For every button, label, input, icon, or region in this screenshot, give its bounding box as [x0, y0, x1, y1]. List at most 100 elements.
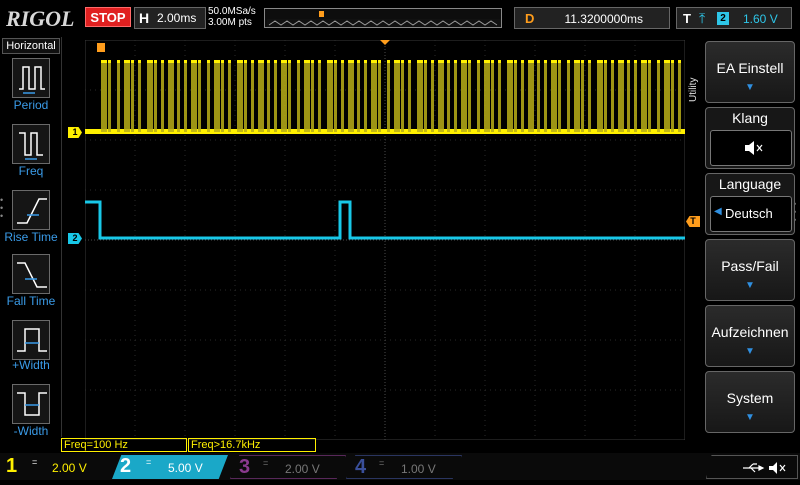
channel-1-pulse-top	[297, 60, 300, 63]
channel-1-pulse-top	[597, 60, 603, 63]
channel-1-pulse	[228, 62, 231, 132]
channel-1-pulse-top	[177, 60, 180, 63]
trigger-level-marker[interactable]: T	[686, 216, 700, 227]
menu-klang[interactable]: Klang	[705, 107, 795, 169]
menu-ea-einstell[interactable]: EA Einstell ▼	[705, 41, 795, 103]
channel-4-settings[interactable]: 4 = 1.00 V	[346, 455, 462, 479]
freq-button[interactable]	[12, 124, 50, 164]
channel-1-pulse	[214, 62, 220, 132]
trigger-source: 2	[717, 12, 729, 25]
channel-1-pulse-top	[528, 60, 534, 63]
menu-pass-fail-label: Pass/Fail	[721, 258, 779, 274]
channel-1-pulse-top	[634, 60, 637, 63]
channel-1-pulse-top	[461, 60, 467, 63]
channel-1-pulse-top	[244, 60, 247, 63]
menu-aufzeichnen[interactable]: Aufzeichnen ▼	[705, 305, 795, 367]
channel-1-pulse-top	[168, 60, 174, 63]
channel-1-pulse-top	[447, 60, 450, 63]
channel-1-pulse	[544, 62, 547, 132]
channel-1-pulse	[477, 62, 480, 132]
left-scroll-dots[interactable]: • • •	[0, 196, 6, 221]
dc-coupling-icon: =	[32, 457, 38, 467]
channel-1-pulse-top	[207, 60, 210, 63]
channel-1-pulse	[408, 62, 411, 132]
channel-1-pulse-top	[138, 60, 141, 63]
channel-1-baseline	[85, 129, 685, 134]
channel-1-pulse-top	[468, 60, 471, 63]
menu-language-label: Language	[718, 176, 782, 192]
channel-1-pulse	[288, 62, 291, 132]
channel-1-pulse	[161, 62, 164, 132]
channel-1-pulse-top	[401, 60, 404, 63]
channel-2-offset-marker[interactable]: 2	[68, 233, 82, 244]
trigger-settings[interactable]: T ⤒ 2 1.60 V	[676, 7, 792, 29]
dc-coupling-icon: =	[379, 458, 385, 468]
delay-label: D	[525, 11, 535, 26]
channel-1-pulse-top	[648, 60, 651, 63]
channel-1-pulse	[424, 62, 427, 132]
channel-1-settings[interactable]: 1 = 2.00 V	[0, 455, 112, 479]
horizontal-timebase[interactable]: H 2.00ms	[134, 7, 206, 29]
channel-1-pulse-top	[567, 60, 570, 63]
channel-1-pulse	[438, 62, 444, 132]
channel-1-pulse-top	[431, 60, 434, 63]
channel-1-pulse-top	[378, 60, 381, 63]
channel-1-pulse	[461, 62, 467, 132]
status-icons	[706, 455, 798, 479]
channel-1-pulse	[304, 62, 310, 132]
channel-1-pulse-top	[551, 60, 557, 63]
channel-1-pulse-top	[154, 60, 157, 63]
channel-1-pulse	[657, 62, 660, 132]
channel-1-pulse	[611, 62, 614, 132]
channel-1-offset-marker[interactable]: 1	[68, 127, 82, 138]
channel-1-pulse-top	[101, 60, 107, 63]
channel-1-pulse	[664, 62, 670, 132]
channel-1-pulse	[604, 62, 607, 132]
negative-width-label: -Width	[13, 424, 49, 438]
run-stop-status[interactable]: STOP	[85, 7, 131, 27]
channel-1-pulse-top	[288, 60, 291, 63]
acquisition-info: 50.0MSa/s 3.00M pts	[208, 6, 256, 28]
positive-width-button[interactable]	[12, 320, 50, 360]
channel-1-pulse	[634, 62, 637, 132]
channel-1-pulse	[131, 62, 134, 132]
dc-coupling-icon: =	[263, 458, 269, 468]
negative-width-button[interactable]	[12, 384, 50, 424]
channel-1-pulse-top	[198, 60, 201, 63]
channel-2-settings[interactable]: 2 = 5.00 V	[112, 455, 228, 479]
horizontal-label: H	[139, 10, 150, 26]
trigger-label: T	[683, 11, 691, 26]
channel-3-settings[interactable]: 3 = 2.00 V	[230, 455, 346, 479]
language-value: Deutsch	[725, 206, 773, 221]
sample-rate: 50.0MSa/s	[208, 6, 256, 17]
channel-1-pulse-top	[491, 60, 494, 63]
channel-1-pulse	[678, 62, 681, 132]
positive-width-icon	[17, 328, 47, 352]
channel-1-pulse	[274, 62, 277, 132]
period-button[interactable]	[12, 58, 50, 98]
menu-language[interactable]: Language ◀ Deutsch	[705, 173, 795, 235]
memory-overview	[264, 8, 502, 28]
rise-time-button[interactable]	[12, 190, 50, 230]
channel-1-pulse-top	[228, 60, 231, 63]
menu-pass-fail[interactable]: Pass/Fail ▼	[705, 239, 795, 301]
channel-1-pulse	[341, 62, 344, 132]
channel-1-pulse-top	[657, 60, 660, 63]
waveform-display[interactable]	[85, 40, 685, 440]
fall-time-icon	[17, 262, 47, 288]
channel-2-number: 2	[120, 455, 132, 477]
channel-1-pulse	[537, 62, 540, 132]
channel-1-pulse	[648, 62, 651, 132]
channel-1-pulse-top	[304, 60, 310, 63]
menu-system[interactable]: System ▼	[705, 371, 795, 433]
channel-1-pulse	[154, 62, 157, 132]
channel-1-pulse-top	[221, 60, 224, 63]
channel-1-pulse	[588, 62, 591, 132]
trigger-delay[interactable]: D 11.3200000ms	[514, 7, 670, 29]
rise-time-icon	[17, 198, 47, 224]
usb-icon	[743, 463, 765, 473]
language-select[interactable]: ◀ Deutsch	[710, 196, 792, 232]
fall-time-button[interactable]	[12, 254, 50, 294]
channel-1-pulse-top	[258, 60, 264, 63]
channel-2-scale: 5.00 V	[168, 461, 203, 475]
